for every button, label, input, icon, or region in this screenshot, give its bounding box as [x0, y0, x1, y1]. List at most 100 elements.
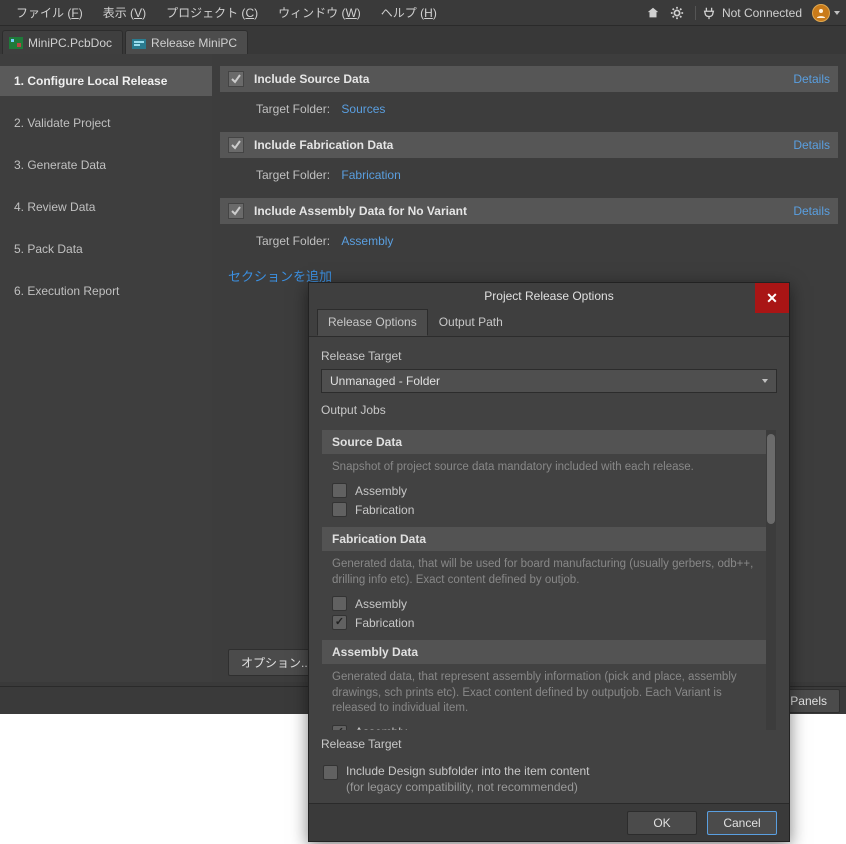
- asm-assembly-checkbox[interactable]: [332, 725, 347, 731]
- release-target-value: Unmanaged - Folder: [330, 374, 440, 388]
- section-fabrication-data[interactable]: Include Fabrication Data Details: [220, 132, 838, 158]
- section-asm-checkbox[interactable]: [228, 203, 244, 219]
- step-execution-label: 6. Execution Report: [14, 284, 119, 298]
- section-asm-target-link[interactable]: Assembly: [341, 234, 393, 248]
- step-configure-label: 1. Configure Local Release: [14, 74, 167, 88]
- check-icon: [231, 140, 241, 150]
- step-review-label: 4. Review Data: [14, 200, 95, 214]
- menu-project[interactable]: プロジェクト (C): [156, 0, 268, 25]
- section-assembly-data[interactable]: Include Assembly Data for No Variant Det…: [220, 198, 838, 224]
- source-assembly-checkbox[interactable]: [332, 483, 347, 498]
- close-icon: ✕: [766, 290, 778, 307]
- plug-icon: [702, 6, 716, 20]
- legacy-subfolder-row[interactable]: Include Design subfolder into the item c…: [321, 757, 777, 795]
- avatar[interactable]: [812, 4, 830, 22]
- menu-file[interactable]: ファイル (F): [6, 0, 93, 25]
- section-fab-target: Target Folder: Fabrication: [220, 164, 838, 198]
- cancel-button[interactable]: Cancel: [707, 811, 777, 835]
- tab-output-path[interactable]: Output Path: [428, 309, 514, 336]
- menu-window-label: ウィンドウ: [278, 6, 338, 20]
- section-source-details[interactable]: Details: [793, 72, 830, 86]
- menu-file-label: ファイル: [16, 6, 64, 20]
- section-source-title: Include Source Data: [254, 72, 793, 86]
- step-pack[interactable]: 5. Pack Data: [0, 234, 212, 264]
- menu-help-label: ヘルプ: [381, 6, 417, 20]
- job-fab-desc: Generated data, that will be used for bo…: [322, 551, 776, 594]
- step-execution-report[interactable]: 6. Execution Report: [0, 276, 212, 306]
- section-source-checkbox[interactable]: [228, 71, 244, 87]
- menu-view[interactable]: 表示 (V): [93, 0, 156, 25]
- tab-pcbdoc-label: MiniPC.PcbDoc: [28, 36, 112, 50]
- release-target-select[interactable]: Unmanaged - Folder: [321, 369, 777, 393]
- ok-button[interactable]: OK: [627, 811, 697, 835]
- output-jobs-label: Output Jobs: [321, 403, 777, 417]
- home-icon[interactable]: [643, 3, 663, 23]
- step-review[interactable]: 4. Review Data: [0, 192, 212, 222]
- dialog-titlebar[interactable]: Project Release Options ✕: [309, 283, 789, 309]
- step-generate[interactable]: 3. Generate Data: [0, 150, 212, 180]
- section-asm-target: Target Folder: Assembly: [220, 230, 838, 264]
- section-fab-details[interactable]: Details: [793, 138, 830, 152]
- fab-fabrication-label: Fabrication: [355, 616, 414, 630]
- menu-window[interactable]: ウィンドウ (W): [268, 0, 371, 25]
- job-source-desc: Snapshot of project source data mandator…: [322, 454, 776, 482]
- release-target-label: Release Target: [321, 349, 777, 363]
- section-asm-details[interactable]: Details: [793, 204, 830, 218]
- check-icon: [231, 74, 241, 84]
- chevron-down-icon: [762, 379, 768, 383]
- target-label: Target Folder:: [256, 168, 330, 182]
- menu-view-label: 表示: [103, 6, 127, 20]
- source-fabrication-row[interactable]: Fabrication: [322, 500, 776, 519]
- legacy-subfolder-checkbox[interactable]: [323, 765, 338, 780]
- tab-pcbdoc[interactable]: MiniPC.PcbDoc: [2, 30, 123, 54]
- menu-window-mnemonic: W: [345, 6, 356, 20]
- source-fabrication-checkbox[interactable]: [332, 502, 347, 517]
- output-jobs-list[interactable]: Source Data Snapshot of project source d…: [321, 429, 777, 731]
- gear-icon[interactable]: [667, 3, 687, 23]
- fab-fabrication-checkbox[interactable]: [332, 615, 347, 630]
- fab-assembly-row[interactable]: Assembly: [322, 594, 776, 613]
- section-asm-title: Include Assembly Data for No Variant: [254, 204, 793, 218]
- legacy-line2: (for legacy compatibility, not recommend…: [346, 779, 589, 795]
- release-steps-sidebar: 1. Configure Local Release 2. Validate P…: [0, 54, 212, 682]
- menubar-right: Not Connected: [643, 3, 840, 23]
- tab-release[interactable]: Release MiniPC: [125, 30, 248, 54]
- asm-assembly-row[interactable]: Assembly: [322, 723, 776, 731]
- dialog-button-bar: OK Cancel: [309, 803, 789, 841]
- fab-assembly-checkbox[interactable]: [332, 596, 347, 611]
- step-pack-label: 5. Pack Data: [14, 242, 83, 256]
- legacy-line1: Include Design subfolder into the item c…: [346, 763, 589, 779]
- connection-label: Not Connected: [722, 6, 802, 20]
- dialog-content: Release Target Unmanaged - Folder Output…: [309, 337, 789, 803]
- dialog-close-button[interactable]: ✕: [755, 283, 789, 313]
- section-fab-title: Include Fabrication Data: [254, 138, 793, 152]
- release-target-label-2: Release Target: [321, 737, 777, 751]
- source-fabrication-label: Fabrication: [355, 503, 414, 517]
- job-fab-header: Fabrication Data: [322, 527, 776, 551]
- doc-tabbar: MiniPC.PcbDoc Release MiniPC: [0, 26, 846, 54]
- avatar-caret-icon[interactable]: [834, 11, 840, 15]
- connection-status[interactable]: Not Connected: [695, 6, 808, 20]
- scrollbar-track[interactable]: [766, 430, 776, 730]
- step-validate[interactable]: 2. Validate Project: [0, 108, 212, 138]
- step-configure[interactable]: 1. Configure Local Release: [0, 66, 212, 96]
- menu-help[interactable]: ヘルプ (H): [371, 0, 447, 25]
- source-assembly-row[interactable]: Assembly: [322, 481, 776, 500]
- tab-release-options[interactable]: Release Options: [317, 309, 428, 336]
- check-icon: [231, 206, 241, 216]
- section-source-data[interactable]: Include Source Data Details: [220, 66, 838, 92]
- dialog-tabs: Release Options Output Path: [309, 309, 789, 337]
- legacy-subfolder-text: Include Design subfolder into the item c…: [346, 763, 589, 795]
- tab-release-label: Release MiniPC: [151, 36, 237, 50]
- section-fab-target-link[interactable]: Fabrication: [341, 168, 400, 182]
- scrollbar-thumb[interactable]: [767, 434, 775, 524]
- job-asm-header: Assembly Data: [322, 640, 776, 664]
- dialog-title: Project Release Options: [484, 289, 613, 303]
- section-source-target-link[interactable]: Sources: [341, 102, 385, 116]
- fab-fabrication-row[interactable]: Fabrication: [322, 613, 776, 632]
- menu-help-mnemonic: H: [424, 6, 433, 20]
- job-source-header: Source Data: [322, 430, 776, 454]
- section-fab-checkbox[interactable]: [228, 137, 244, 153]
- job-asm-desc: Generated data, that represent assembly …: [322, 664, 776, 723]
- fab-assembly-label: Assembly: [355, 597, 407, 611]
